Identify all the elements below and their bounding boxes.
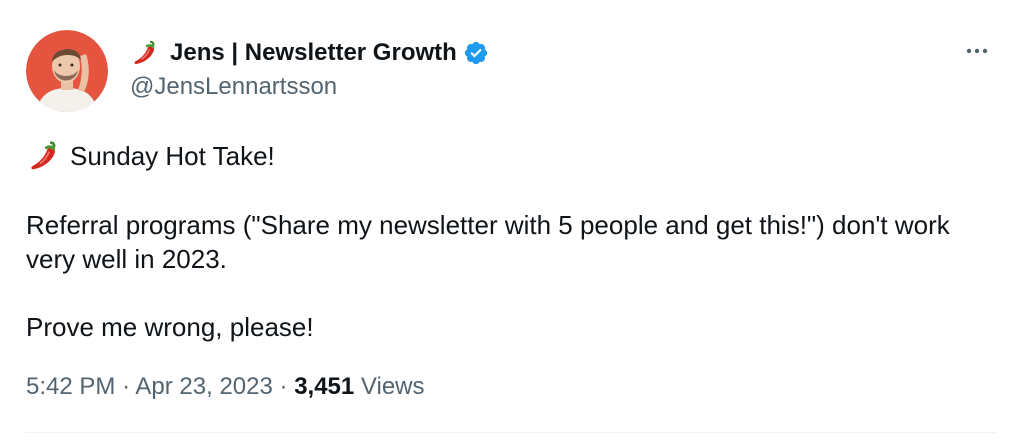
chili-pepper-icon — [130, 38, 160, 68]
tweet-text: Sunday Hot Take! Referral programs ("Sha… — [26, 138, 996, 344]
tweet-card: Jens | Newsletter Growth @JensLennartsso… — [0, 0, 1020, 440]
author-handle[interactable]: @JensLennartsson — [130, 73, 337, 101]
author-avatar[interactable] — [26, 30, 108, 112]
views-count[interactable]: 3,451 — [294, 373, 354, 400]
tweet-meta: 5:42 PM · Apr 23, 2023 · 3,451 Views — [26, 373, 425, 401]
views-label: Views — [360, 373, 425, 400]
verified-badge-icon[interactable] — [463, 40, 489, 66]
more-horizontal-icon — [965, 42, 989, 60]
meta-separator: · — [279, 373, 288, 400]
author-display-name[interactable]: Jens | Newsletter Growth — [170, 39, 457, 67]
tweet-paragraph-2: Referral programs ("Share my newsletter … — [26, 210, 950, 274]
meta-separator: · — [122, 373, 131, 400]
author-name-row: Jens | Newsletter Growth — [130, 36, 489, 70]
chili-pepper-icon — [26, 138, 62, 174]
more-options-button[interactable] — [962, 40, 992, 62]
tweet-line-1: Sunday Hot Take! — [26, 138, 996, 174]
tweet-time[interactable]: 5:42 PM — [26, 373, 115, 400]
divider — [26, 432, 996, 433]
tweet-paragraph-3: Prove me wrong, please! — [26, 312, 314, 342]
tweet-line-1-text: Sunday Hot Take! — [70, 141, 275, 171]
tweet-date[interactable]: Apr 23, 2023 — [135, 373, 272, 400]
